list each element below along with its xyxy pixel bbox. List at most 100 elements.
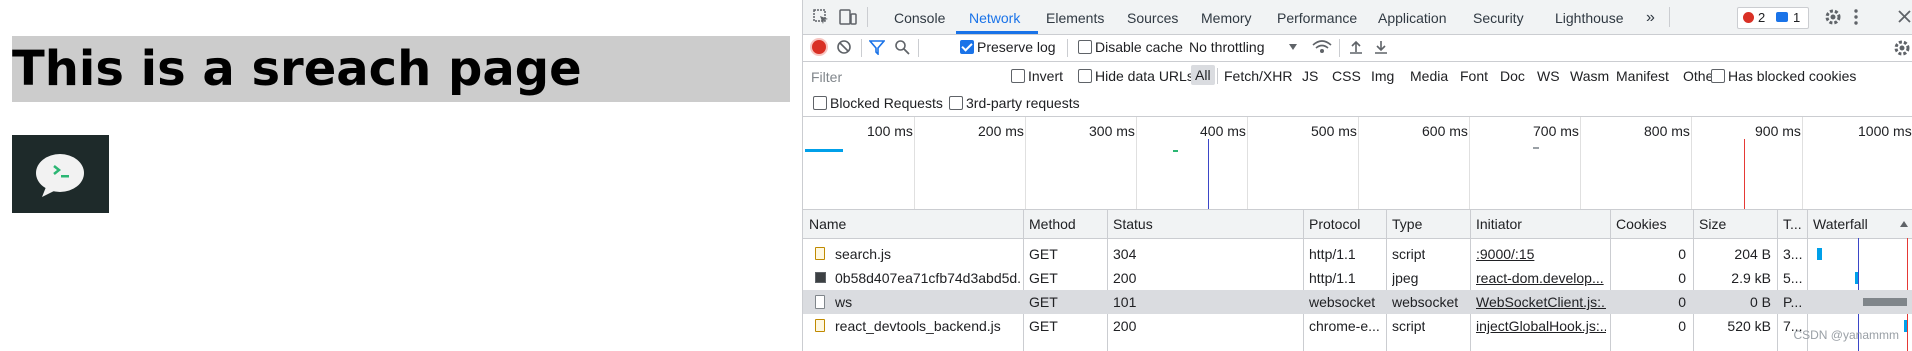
table-row[interactable]: search.js GET 304 http/1.1 script :9000/… — [803, 242, 1912, 266]
message-count: 1 — [1793, 10, 1801, 25]
request-initiator-link[interactable]: WebSocketClient.js:... — [1476, 290, 1606, 314]
request-status: 101 — [1113, 294, 1137, 310]
request-type: script — [1392, 246, 1426, 262]
type-filter-fetch-xhr[interactable]: Fetch/XHR — [1224, 68, 1292, 84]
column-header-cookies[interactable]: Cookies — [1616, 210, 1667, 238]
rendered-page: This is a sreach page — [0, 0, 802, 351]
request-method: GET — [1029, 246, 1058, 262]
disable-cache-checkbox[interactable] — [1078, 40, 1092, 54]
tab-network[interactable]: Network — [969, 0, 1020, 34]
table-row[interactable]: react_devtools_backend.js GET 200 chrome… — [803, 314, 1912, 338]
request-size: 2.9 kB — [1731, 270, 1771, 286]
type-filter-img[interactable]: Img — [1371, 68, 1394, 84]
timeline-tick: 1000 ms — [1858, 123, 1912, 139]
preserve-log-label: Preserve log — [977, 39, 1056, 55]
tab-performance[interactable]: Performance — [1277, 0, 1357, 34]
network-conditions-icon[interactable] — [1312, 39, 1332, 55]
request-initiator-link[interactable]: injectGlobalHook.js:... — [1476, 314, 1606, 338]
device-toolbar-icon[interactable] — [839, 8, 857, 26]
export-har-icon[interactable] — [1373, 39, 1389, 55]
request-cookies: 0 — [1678, 294, 1686, 310]
more-options-icon[interactable] — [1852, 8, 1860, 26]
clear-icon[interactable] — [836, 39, 852, 55]
type-filter-css[interactable]: CSS — [1332, 68, 1361, 84]
column-header-type[interactable]: Type — [1392, 210, 1422, 238]
waterfall-bar — [1863, 298, 1907, 306]
request-protocol: http/1.1 — [1309, 270, 1356, 286]
column-header-waterfall[interactable]: Waterfall — [1813, 210, 1868, 238]
throttling-select[interactable]: No throttling — [1189, 39, 1264, 55]
sort-ascending-icon[interactable] — [1900, 221, 1908, 227]
column-header-initiator[interactable]: Initiator — [1476, 210, 1522, 238]
message-icon — [1776, 12, 1788, 22]
hide-data-urls-checkbox[interactable] — [1078, 69, 1092, 83]
tab-lighthouse[interactable]: Lighthouse — [1555, 0, 1624, 34]
type-filter-font[interactable]: Font — [1460, 68, 1488, 84]
tab-memory[interactable]: Memory — [1201, 0, 1252, 34]
table-row-selected[interactable]: ws GET 101 websocket websocket WebSocket… — [803, 290, 1912, 314]
requests-table-header: Name Method Status Protocol Type Initiat… — [803, 210, 1912, 239]
request-protocol: websocket — [1309, 294, 1376, 310]
issues-counter[interactable]: 2 1 — [1737, 7, 1809, 29]
column-header-protocol[interactable]: Protocol — [1309, 210, 1360, 238]
column-header-time[interactable]: T... — [1783, 210, 1802, 238]
request-cookies: 0 — [1678, 318, 1686, 334]
has-blocked-cookies-checkbox[interactable] — [1711, 69, 1725, 83]
page-heading: This is a sreach page — [12, 36, 790, 102]
type-filter-doc[interactable]: Doc — [1500, 68, 1525, 84]
overview-request-bar — [805, 149, 843, 152]
invert-label: Invert — [1028, 68, 1064, 84]
type-filter-all[interactable]: All — [1191, 65, 1215, 85]
column-header-name[interactable]: Name — [809, 210, 846, 238]
type-filter-ws[interactable]: WS — [1537, 68, 1560, 84]
tab-elements[interactable]: Elements — [1046, 0, 1104, 34]
waterfall-bar — [1904, 320, 1907, 332]
timeline-tick: 600 ms — [1422, 123, 1468, 139]
record-icon[interactable] — [812, 40, 826, 54]
invert-checkbox[interactable] — [1011, 69, 1025, 83]
settings-gear-icon[interactable] — [1824, 8, 1842, 26]
websocket-icon — [815, 295, 825, 309]
request-initiator-link[interactable]: react-dom.develop... — [1476, 266, 1606, 290]
type-filter-media[interactable]: Media — [1410, 68, 1448, 84]
filter-bar: Filter Invert Hide data URLs All Fetch/X… — [803, 62, 1912, 117]
devtools-tab-bar: Console Network Elements Sources Memory … — [803, 0, 1912, 35]
watermark-text: CSDN @yanammm — [1793, 328, 1899, 342]
tab-console[interactable]: Console — [894, 0, 945, 34]
tab-security[interactable]: Security — [1473, 0, 1524, 34]
filter-input[interactable]: Filter — [811, 69, 842, 85]
import-har-icon[interactable] — [1348, 39, 1364, 55]
request-initiator-link[interactable]: :9000/:15 — [1476, 242, 1606, 266]
search-icon[interactable] — [894, 39, 910, 55]
type-filter-wasm[interactable]: Wasm — [1570, 68, 1609, 84]
timeline-overview[interactable]: 100 ms 200 ms 300 ms 400 ms 500 ms 600 m… — [803, 117, 1912, 210]
preserve-log-checkbox[interactable] — [960, 40, 974, 54]
request-size: 0 B — [1749, 294, 1771, 310]
request-cookies: 0 — [1678, 246, 1686, 262]
more-tabs-chevron-icon[interactable]: » — [1646, 0, 1655, 34]
blocked-requests-label: Blocked Requests — [830, 95, 943, 111]
image-file-icon — [815, 272, 826, 283]
request-protocol: chrome-e... — [1309, 318, 1380, 334]
load-event-marker — [1744, 139, 1745, 209]
timeline-tick: 800 ms — [1644, 123, 1690, 139]
request-status: 200 — [1113, 318, 1137, 334]
network-settings-gear-icon[interactable] — [1893, 39, 1911, 57]
filter-funnel-icon[interactable] — [869, 39, 885, 55]
tab-application[interactable]: Application — [1378, 0, 1447, 34]
request-name: 0b58d407ea71cfb74d3abd5d... — [835, 270, 1020, 286]
type-filter-js[interactable]: JS — [1302, 68, 1318, 84]
request-name: react_devtools_backend.js — [835, 318, 1001, 334]
type-filter-manifest[interactable]: Manifest — [1616, 68, 1669, 84]
request-time: 5... — [1783, 270, 1803, 286]
column-header-status[interactable]: Status — [1113, 210, 1153, 238]
overview-request-bar — [1173, 150, 1178, 152]
column-header-size[interactable]: Size — [1699, 210, 1726, 238]
third-party-requests-checkbox[interactable] — [949, 96, 963, 110]
close-icon[interactable] — [1898, 10, 1911, 23]
inspect-element-icon[interactable] — [813, 9, 829, 25]
tab-sources[interactable]: Sources — [1127, 0, 1178, 34]
blocked-requests-checkbox[interactable] — [813, 96, 827, 110]
column-header-method[interactable]: Method — [1029, 210, 1076, 238]
table-row[interactable]: 0b58d407ea71cfb74d3abd5d... GET 200 http… — [803, 266, 1912, 290]
